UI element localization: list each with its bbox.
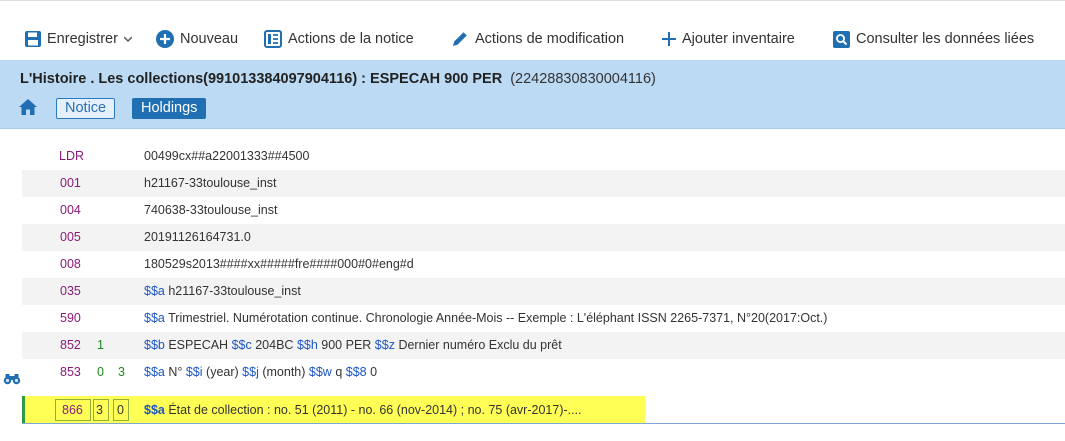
field-value: h21167-33toulouse_inst (144, 176, 277, 190)
marc-field-row[interactable]: 853 0 3 $$a N° $$i (year) $$j (month) $$w q… (22, 359, 1065, 386)
floppy-disk-icon (25, 31, 41, 47)
marc-field-row[interactable]: 001 h21167-33toulouse_inst (22, 170, 1065, 197)
chevron-down-icon (123, 36, 132, 42)
field-tag: 866 (62, 403, 83, 417)
field-value: $$b ESPECAH $$c 204BC $$h 900 PER $$z De… (144, 332, 562, 359)
linked-data-button[interactable]: Consulter les données liées (833, 29, 1034, 49)
marc-field-row[interactable]: 008 180529s2013####xx#####fre####000#0#en… (22, 251, 1065, 278)
list-icon (264, 30, 282, 48)
subfield-text: h21167-33toulouse_inst (168, 284, 301, 298)
tab-notice[interactable]: Notice (56, 98, 116, 119)
new-button[interactable]: Nouveau (156, 29, 238, 49)
subfield-text: N° (168, 365, 183, 379)
holding-id: (22428830830004116) (510, 71, 656, 87)
record-actions-button[interactable]: Actions de la notice (264, 29, 414, 49)
field-value: 740638-33toulouse_inst (144, 203, 278, 217)
field-tag: 590 (60, 311, 81, 325)
field-value: $$a État de collection : no. 51 (2011) -… (144, 396, 582, 424)
subfield-code: $$i (185, 365, 203, 379)
subfield-text: 900 PER (321, 338, 372, 352)
field-indicator-1: 3 (96, 403, 103, 417)
search-icon (833, 30, 850, 48)
subfield-text: Dernier numéro Exclu du prêt (398, 338, 562, 352)
subfield-code: $$a (144, 284, 165, 298)
record-header: L'Histoire . Les collections(99101338409… (0, 60, 1065, 129)
linked-data-label: Consulter les données liées (856, 31, 1035, 47)
pencil-icon (451, 30, 469, 48)
field-tag: LDR (59, 149, 85, 163)
subfield-text: ESPECAH (168, 338, 229, 352)
marc-field-row[interactable]: 590 $$a Trimestriel. Numérotation continu… (22, 305, 1065, 332)
subfield-code: $$h (296, 338, 318, 352)
plus-icon (662, 32, 676, 46)
subfield-code: $$a (144, 403, 165, 417)
subfield-text: Trimestriel. Numérotation continue. Chro… (168, 311, 828, 325)
new-label: Nouveau (180, 31, 239, 47)
field-tag: 004 (60, 203, 81, 217)
field-tag: 008 (60, 257, 81, 271)
field-tag: 853 (60, 365, 81, 379)
binoculars-icon[interactable] (3, 372, 21, 385)
field-indicator-1: 0 (97, 365, 104, 379)
field-tag: 001 (60, 176, 81, 190)
subfield-text: (month) (262, 365, 306, 379)
field-value: $$a Trimestriel. Numérotation continue. … (144, 305, 827, 332)
field-value: $$a h21167-33toulouse_inst (144, 278, 301, 305)
subfield-text: 204BC (255, 338, 294, 352)
divider (22, 423, 1065, 424)
marc-field-row[interactable]: 004 740638-33toulouse_inst (22, 197, 1065, 224)
home-icon[interactable] (18, 98, 38, 116)
add-inventory-button[interactable]: Ajouter inventaire (662, 29, 795, 49)
subfield-code: $$j (242, 365, 259, 379)
subfield-code: $$a (144, 311, 165, 325)
subfield-code: $$z (374, 338, 395, 352)
field-indicator-1: 1 (97, 338, 104, 352)
field-value: 20191126164731.0 (144, 230, 251, 244)
subfield-code: $$a (144, 365, 165, 379)
plus-circle-icon (156, 30, 174, 48)
field-tag: 005 (60, 230, 81, 244)
subfield-code: $$c (231, 338, 252, 352)
record-actions-label: Actions de la notice (288, 31, 414, 47)
toolbar: Enregistrer Nouveau Actions de la notice… (0, 0, 1065, 60)
save-label: Enregistrer (47, 31, 118, 47)
field-tag: 852 (60, 338, 81, 352)
subfield-code: $$b (144, 338, 165, 352)
field-value: 00499cx##a22001333##4500 (144, 149, 310, 163)
marc-field-row[interactable]: LDR 00499cx##a22001333##4500 (22, 143, 1065, 170)
subfield-text: État de collection : no. 51 (2011) - no.… (168, 403, 582, 417)
subfield-text: 0 (370, 365, 378, 379)
marc-field-row[interactable]: 005 20191126164731.0 (22, 224, 1065, 251)
field-indicator-2: 0 (117, 403, 124, 417)
field-tag: 035 (60, 284, 81, 298)
marc-field-row[interactable]: 852 1 $$b ESPECAH $$c 204BC $$h 900 PER $$… (22, 332, 1065, 359)
subfield-text: (year) (206, 365, 239, 379)
field-value: 180529s2013####xx#####fre####000#0#eng#d (144, 257, 414, 271)
tab-holdings[interactable]: Holdings (132, 98, 207, 119)
add-inventory-label: Ajouter inventaire (682, 31, 795, 47)
edit-actions-label: Actions de modification (475, 31, 625, 47)
edit-actions-button[interactable]: Actions de modification (451, 29, 624, 49)
marc-field-row[interactable]: 035 $$a h21167-33toulouse_inst (22, 278, 1065, 305)
record-title: L'Histoire . Les collections(99101338409… (20, 71, 656, 87)
record-title-text: L'Histoire . Les collections(99101338409… (20, 71, 503, 87)
field-value: $$a N° $$i (year) $$j (month) $$w q $$8 … (144, 359, 377, 386)
save-button[interactable]: Enregistrer (25, 29, 132, 49)
subfield-code: $$8 (345, 365, 367, 379)
subfield-text: q (335, 365, 343, 379)
subfield-code: $$w (308, 365, 332, 379)
field-indicator-2: 3 (118, 365, 125, 379)
